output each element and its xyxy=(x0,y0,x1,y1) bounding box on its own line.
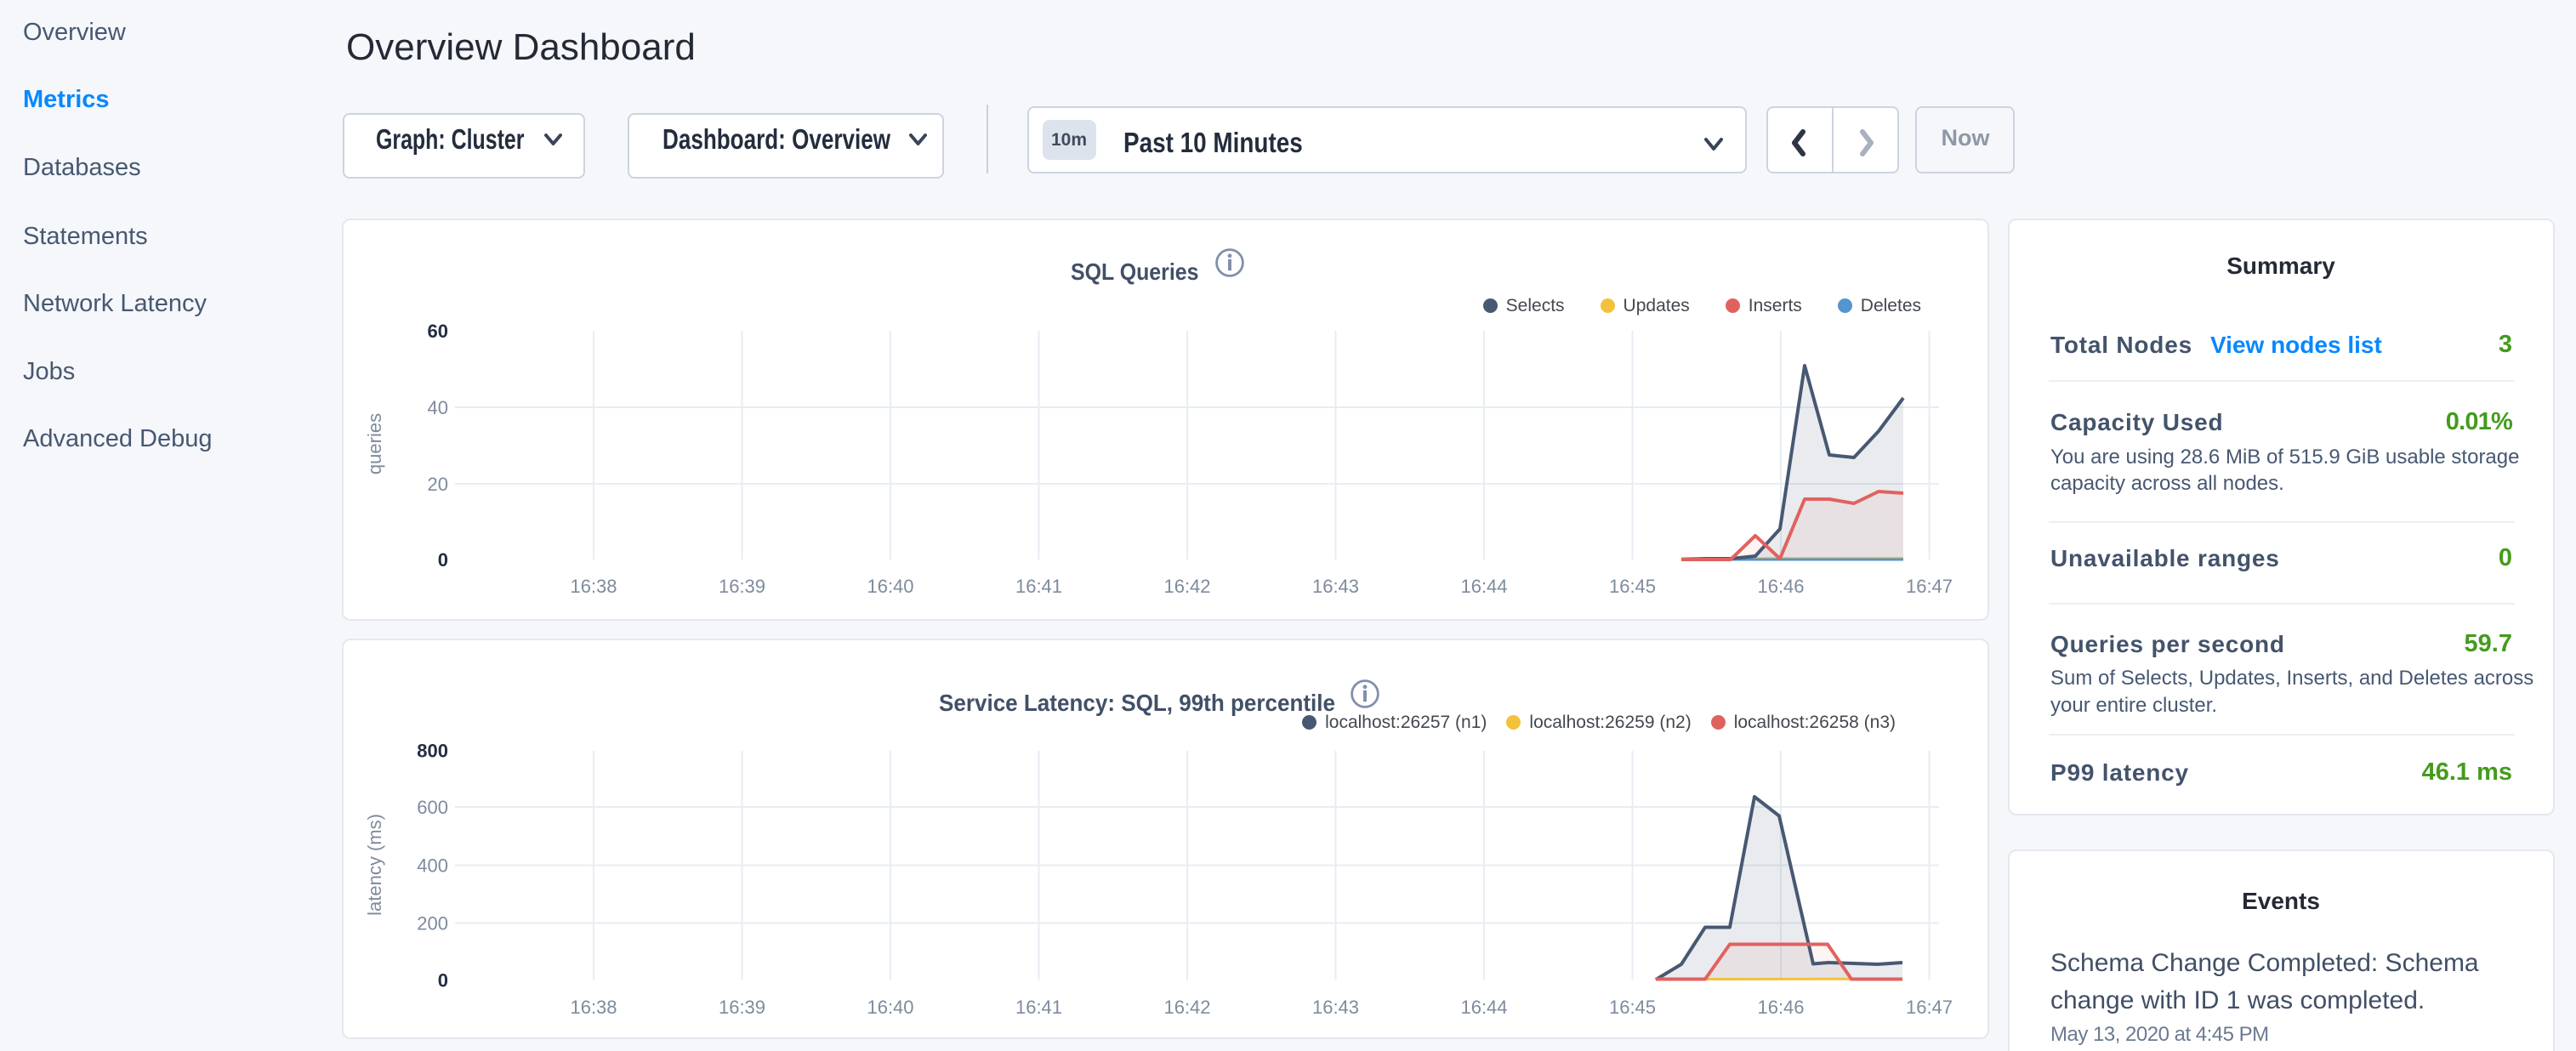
svg-text:16:39: 16:39 xyxy=(719,576,765,597)
svg-text:16:47: 16:47 xyxy=(1906,576,1953,597)
svg-text:16:40: 16:40 xyxy=(867,997,913,1018)
svg-text:0: 0 xyxy=(438,970,448,991)
svg-text:800: 800 xyxy=(417,741,448,762)
svg-text:16:47: 16:47 xyxy=(1906,997,1953,1018)
svg-text:16:44: 16:44 xyxy=(1460,997,1507,1018)
svg-text:16:46: 16:46 xyxy=(1757,997,1804,1018)
svg-text:latency (ms): latency (ms) xyxy=(364,814,385,916)
svg-text:16:45: 16:45 xyxy=(1609,576,1656,597)
svg-text:16:38: 16:38 xyxy=(570,576,617,597)
svg-text:16:43: 16:43 xyxy=(1312,997,1359,1018)
svg-text:16:41: 16:41 xyxy=(1015,576,1062,597)
svg-text:0: 0 xyxy=(438,549,448,571)
svg-text:16:44: 16:44 xyxy=(1460,576,1507,597)
svg-text:600: 600 xyxy=(417,797,448,818)
svg-text:queries: queries xyxy=(364,413,385,474)
svg-text:16:39: 16:39 xyxy=(719,997,765,1018)
svg-text:20: 20 xyxy=(428,474,448,495)
svg-text:16:42: 16:42 xyxy=(1163,576,1210,597)
svg-text:40: 40 xyxy=(428,397,448,418)
svg-text:16:40: 16:40 xyxy=(867,576,913,597)
svg-text:16:46: 16:46 xyxy=(1757,576,1804,597)
svg-text:16:38: 16:38 xyxy=(570,997,617,1018)
svg-text:400: 400 xyxy=(417,855,448,877)
svg-text:16:45: 16:45 xyxy=(1609,997,1656,1018)
svg-text:60: 60 xyxy=(428,321,448,342)
svg-text:200: 200 xyxy=(417,913,448,935)
svg-text:16:43: 16:43 xyxy=(1312,576,1359,597)
svg-text:16:41: 16:41 xyxy=(1015,997,1062,1018)
svg-text:16:42: 16:42 xyxy=(1163,997,1210,1018)
